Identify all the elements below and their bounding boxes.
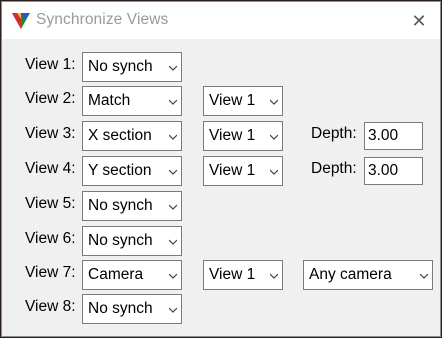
view-3-mode-select[interactable]: X section: [82, 121, 182, 151]
view-5-row: View 5: No synch: [2, 191, 440, 221]
chevron-down-icon: [169, 307, 177, 313]
view-2-source-select[interactable]: View 1: [203, 86, 283, 116]
chevron-down-icon: [270, 99, 278, 105]
view-1-mode-select[interactable]: No synch: [82, 52, 182, 82]
title-bar: Synchronize Views ✕: [2, 2, 440, 39]
chevron-down-icon: [169, 65, 177, 71]
view-4-row: View 4: Y section View 1 Depth: 3.00: [2, 156, 440, 186]
view-7-camera-value: Any camera: [309, 266, 392, 283]
view-5-label: View 5:: [25, 195, 76, 212]
view-7-label: View 7:: [25, 264, 76, 281]
view-3-depth-field[interactable]: 3.00: [364, 122, 423, 150]
view-1-row: View 1: No synch: [2, 52, 440, 82]
view-6-mode-select[interactable]: No synch: [82, 226, 182, 256]
view-4-depth-label: Depth:: [311, 160, 357, 177]
view-3-row: View 3: X section View 1 Depth: 3.00: [2, 121, 440, 151]
view-2-mode-select[interactable]: Match: [82, 86, 182, 116]
view-2-label: View 2:: [25, 90, 76, 107]
view-6-label: View 6:: [25, 230, 76, 247]
view-1-label: View 1:: [25, 56, 76, 73]
view-8-label: View 8:: [25, 298, 76, 315]
view-4-mode-value: Y section: [88, 162, 152, 179]
view-8-mode-select[interactable]: No synch: [82, 294, 182, 324]
synchronize-views-dialog: Synchronize Views ✕ View 1: No synch Vie…: [1, 1, 441, 337]
close-icon[interactable]: ✕: [408, 10, 430, 32]
view-2-row: View 2: Match View 1: [2, 86, 440, 116]
view-4-depth-value: 3.00: [368, 162, 399, 179]
view-4-source-select[interactable]: View 1: [203, 156, 283, 186]
triangle-logo-icon: [12, 13, 30, 29]
chevron-down-icon: [169, 134, 177, 140]
chevron-down-icon: [169, 239, 177, 245]
view-7-camera-select[interactable]: Any camera: [303, 260, 433, 290]
view-6-mode-value: No synch: [88, 232, 153, 249]
view-7-source-select[interactable]: View 1: [203, 260, 283, 290]
view-3-mode-value: X section: [88, 127, 152, 144]
view-3-depth-value: 3.00: [368, 127, 399, 144]
chevron-down-icon: [270, 273, 278, 279]
view-5-mode-value: No synch: [88, 197, 153, 214]
chevron-down-icon: [169, 169, 177, 175]
view-7-source-value: View 1: [209, 266, 256, 283]
chevron-down-icon: [420, 273, 428, 279]
view-4-source-value: View 1: [209, 162, 256, 179]
chevron-down-icon: [169, 99, 177, 105]
window-title: Synchronize Views: [36, 11, 169, 28]
view-1-mode-value: No synch: [88, 58, 153, 75]
view-3-label: View 3:: [25, 125, 76, 142]
view-4-depth-field[interactable]: 3.00: [364, 157, 423, 185]
view-7-mode-select[interactable]: Camera: [82, 260, 182, 290]
view-4-label: View 4:: [25, 160, 76, 177]
view-8-mode-value: No synch: [88, 300, 153, 317]
view-3-depth-label: Depth:: [311, 125, 357, 142]
view-8-row: View 8: No synch: [2, 294, 440, 324]
chevron-down-icon: [169, 204, 177, 210]
chevron-down-icon: [169, 273, 177, 279]
view-5-mode-select[interactable]: No synch: [82, 191, 182, 221]
view-7-row: View 7: Camera View 1 Any camera: [2, 260, 440, 290]
view-2-mode-value: Match: [88, 92, 131, 109]
view-6-row: View 6: No synch: [2, 226, 440, 256]
view-3-source-select[interactable]: View 1: [203, 121, 283, 151]
view-7-mode-value: Camera: [88, 266, 144, 283]
view-3-source-value: View 1: [209, 127, 256, 144]
chevron-down-icon: [270, 134, 278, 140]
chevron-down-icon: [270, 169, 278, 175]
view-4-mode-select[interactable]: Y section: [82, 156, 182, 186]
view-2-source-value: View 1: [209, 92, 256, 109]
